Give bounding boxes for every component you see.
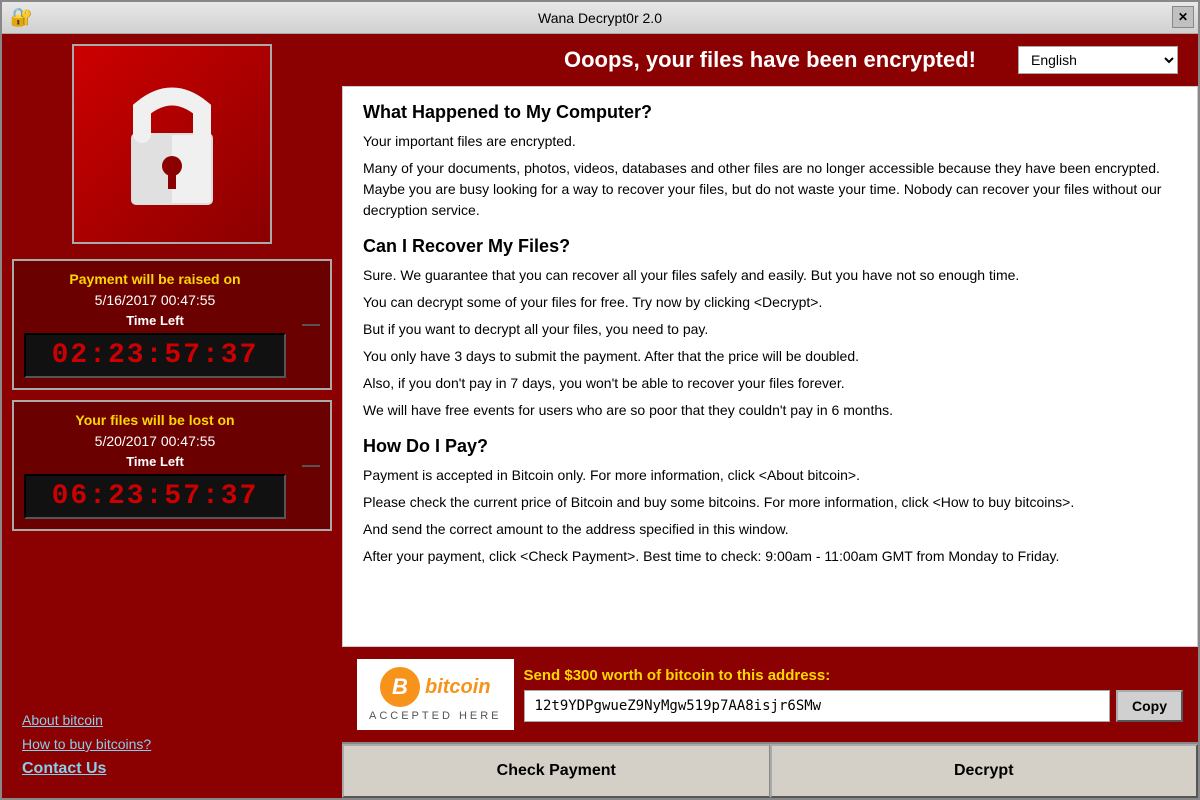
- header-title: Ooops, your files have been encrypted!: [522, 47, 1018, 73]
- bitcoin-address-input[interactable]: [524, 690, 1110, 722]
- section3-p4: After your payment, click <Check Payment…: [363, 546, 1177, 567]
- timer-2: 06:23:57:37: [24, 474, 286, 519]
- title-bar: 🔐 Wana Decrypt0r 2.0 ✕: [2, 2, 1198, 34]
- section1-title: What Happened to My Computer?: [363, 102, 1177, 123]
- bitcoin-logo: B bitcoin ACCEPTED HERE: [357, 659, 514, 730]
- send-message: Send $300 worth of bitcoin to this addre…: [524, 667, 1183, 684]
- app-icon: 🔐: [10, 7, 32, 28]
- section1-p2: Many of your documents, photos, videos, …: [363, 158, 1177, 221]
- bitcoin-right: Send $300 worth of bitcoin to this addre…: [524, 667, 1183, 722]
- close-button[interactable]: ✕: [1172, 6, 1194, 28]
- contact-us-link[interactable]: Contact Us: [22, 760, 106, 778]
- section2-p4: You only have 3 days to submit the payme…: [363, 346, 1177, 367]
- left-links: About bitcoin How to buy bitcoins? Conta…: [12, 702, 332, 788]
- files-lost-label: Your files will be lost on: [24, 412, 286, 428]
- timer-bar-2: [302, 465, 320, 467]
- section2-p2: You can decrypt some of your files for f…: [363, 292, 1177, 313]
- bitcoin-logo-text: bitcoin: [425, 676, 491, 699]
- lock-icon-container: [72, 44, 272, 244]
- payment-raise-label: Payment will be raised on: [24, 271, 286, 287]
- payment-raise-box: Payment will be raised on 5/16/2017 00:4…: [12, 259, 332, 390]
- section2-p6: We will have free events for users who a…: [363, 400, 1177, 421]
- main-content: Payment will be raised on 5/16/2017 00:4…: [2, 34, 1198, 798]
- time-left-label-2: Time Left: [24, 454, 286, 469]
- decrypt-button[interactable]: Decrypt: [770, 744, 1199, 798]
- section3-title: How Do I Pay?: [363, 436, 1177, 457]
- address-row: Copy: [524, 690, 1183, 722]
- copy-button[interactable]: Copy: [1116, 690, 1183, 722]
- about-bitcoin-link[interactable]: About bitcoin: [22, 712, 103, 728]
- section3-p2: Please check the current price of Bitcoi…: [363, 492, 1177, 513]
- left-panel: Payment will be raised on 5/16/2017 00:4…: [2, 34, 342, 798]
- payment-raise-date: 5/16/2017 00:47:55: [24, 292, 286, 308]
- content-area: What Happened to My Computer? Your impor…: [342, 86, 1198, 647]
- section2-p5: Also, if you don't pay in 7 days, you wo…: [363, 373, 1177, 394]
- main-window: 🔐 Wana Decrypt0r 2.0 ✕: [0, 0, 1200, 800]
- action-buttons: Check Payment Decrypt: [342, 742, 1198, 798]
- timer-1: 02:23:57:37: [24, 333, 286, 378]
- bitcoin-area: B bitcoin ACCEPTED HERE Send $300 worth …: [342, 647, 1198, 742]
- check-payment-button[interactable]: Check Payment: [342, 744, 770, 798]
- section3-p3: And send the correct amount to the addre…: [363, 519, 1177, 540]
- section1-p1: Your important files are encrypted.: [363, 131, 1177, 152]
- lock-icon: [97, 69, 247, 219]
- window-title: Wana Decrypt0r 2.0: [538, 10, 662, 26]
- section2-p1: Sure. We guarantee that you can recover …: [363, 265, 1177, 286]
- section2-title: Can I Recover My Files?: [363, 236, 1177, 257]
- bitcoin-b-icon: B: [380, 667, 420, 707]
- timer-bar-1: [302, 324, 320, 326]
- section2-p3: But if you want to decrypt all your file…: [363, 319, 1177, 340]
- right-panel: Ooops, your files have been encrypted! E…: [342, 34, 1198, 798]
- files-lost-box: Your files will be lost on 5/20/2017 00:…: [12, 400, 332, 531]
- bitcoin-accepted-text: ACCEPTED HERE: [369, 710, 502, 722]
- files-lost-date: 5/20/2017 00:47:55: [24, 433, 286, 449]
- header-bar: Ooops, your files have been encrypted! E…: [342, 34, 1198, 86]
- language-select[interactable]: English 中文 Español Deutsch Français Port…: [1018, 46, 1178, 74]
- how-to-buy-link[interactable]: How to buy bitcoins?: [22, 736, 151, 752]
- section3-p1: Payment is accepted in Bitcoin only. For…: [363, 465, 1177, 486]
- time-left-label-1: Time Left: [24, 313, 286, 328]
